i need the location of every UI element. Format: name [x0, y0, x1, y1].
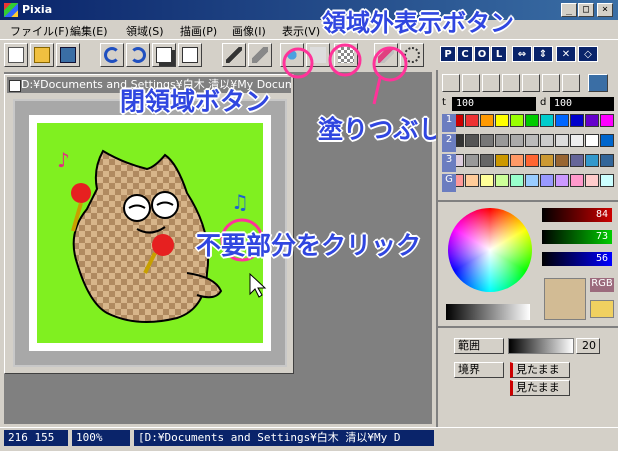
palette-swatch[interactable]	[555, 114, 569, 127]
layer-settings: t 100 d 100	[442, 96, 614, 112]
color-wheel[interactable]	[448, 208, 532, 292]
status-zoom: 100%	[72, 430, 130, 446]
palette-swatch[interactable]	[600, 174, 614, 187]
palette-swatch[interactable]	[585, 154, 599, 167]
status-path: [D:¥Documents and Settings¥白木 清以¥My D	[134, 430, 434, 446]
fill-settings-panel: 範囲 20 境界 見たまま 見たまま	[438, 326, 618, 426]
palette-row-tabs: 1 2 3 G	[442, 114, 456, 194]
palette-swatch[interactable]	[570, 174, 584, 187]
opacity-value[interactable]: 100	[452, 97, 536, 111]
border-option-1[interactable]: 見たまま	[510, 362, 570, 378]
status-coordinates: 216 155	[4, 430, 68, 446]
palette-swatch[interactable]	[495, 134, 509, 147]
palette-swatch[interactable]	[585, 134, 599, 147]
diamond-brush-icon[interactable]	[562, 74, 580, 92]
blur-brush-icon[interactable]	[542, 74, 560, 92]
density-value[interactable]: 100	[550, 97, 614, 111]
range-value[interactable]: 20	[576, 338, 600, 354]
palette-swatch[interactable]	[525, 114, 539, 127]
range-slider[interactable]	[508, 338, 574, 354]
annotation-outside-display: 領域外表示ボタン	[322, 9, 514, 37]
palette-swatch[interactable]	[495, 114, 509, 127]
outside-display-highlight	[328, 43, 362, 77]
border-option-2[interactable]: 見たまま	[510, 380, 570, 396]
palette-swatch[interactable]	[510, 114, 524, 127]
soft-brush-icon[interactable]	[522, 74, 540, 92]
brightness-slider[interactable]	[446, 304, 530, 320]
curve-brush-icon[interactable]	[502, 74, 520, 92]
palette-swatch[interactable]	[480, 174, 494, 187]
dot-brush-icon[interactable]	[462, 74, 480, 92]
palette-swatch[interactable]	[555, 174, 569, 187]
pixia-window: Pixia _ □ × ファイル(F) 編集(E) 領域(S) 描画(P) 画像…	[0, 0, 618, 451]
status-bar: 216 155 100% [D:¥Documents and Settings¥…	[0, 427, 618, 449]
mouse-pointer-icon	[249, 272, 267, 298]
palette-swatch[interactable]	[495, 154, 509, 167]
palette-swatch[interactable]	[465, 154, 479, 167]
palette-swatch[interactable]	[525, 154, 539, 167]
palette-row-3[interactable]: 3	[442, 154, 456, 172]
palette-swatch[interactable]	[480, 154, 494, 167]
palette-swatch[interactable]	[585, 174, 599, 187]
closed-area-highlight	[282, 47, 314, 79]
palette-swatch[interactable]	[570, 114, 584, 127]
color-picker-panel: 84 73 56 RGB	[438, 200, 618, 320]
palette-swatch[interactable]	[465, 114, 479, 127]
palette-row-2[interactable]: 2	[442, 134, 456, 152]
border-label: 境界	[454, 362, 504, 378]
palette-swatch[interactable]	[480, 134, 494, 147]
circle-brush-icon[interactable]	[482, 74, 500, 92]
palette-row-1[interactable]: 1	[442, 114, 456, 132]
palette-swatch[interactable]	[600, 134, 614, 147]
palette-swatch[interactable]	[570, 154, 584, 167]
right-panel: t 100 d 100 1 2 3 G 84 73 56 RGB 範囲 20 境…	[436, 70, 618, 427]
palette-swatch[interactable]	[570, 134, 584, 147]
rgb-mode-button[interactable]: RGB	[590, 278, 614, 292]
brush-dropdown-icon[interactable]	[588, 74, 608, 92]
palette-swatch[interactable]	[510, 174, 524, 187]
palette-row-g[interactable]: G	[442, 174, 456, 192]
palette-swatch[interactable]	[495, 174, 509, 187]
palette-swatch[interactable]	[555, 154, 569, 167]
palette-swatch[interactable]	[510, 154, 524, 167]
palette-swatch[interactable]	[540, 174, 554, 187]
fill-pointer-line	[372, 77, 382, 105]
annotation-click-unwanted: 不要部分をクリック	[196, 231, 422, 260]
palette-swatch[interactable]	[525, 134, 539, 147]
palette-swatch[interactable]	[525, 174, 539, 187]
palette-swatch[interactable]	[465, 134, 479, 147]
red-value[interactable]: 84	[542, 208, 612, 222]
line-brush-icon[interactable]	[442, 74, 460, 92]
annotation-closed-area: 閉領域ボタン	[120, 87, 271, 116]
palette-swatch[interactable]	[540, 114, 554, 127]
palette-swatch[interactable]	[465, 174, 479, 187]
blue-value[interactable]: 56	[542, 252, 612, 266]
current-color-swatch	[544, 278, 586, 320]
green-value[interactable]: 73	[542, 230, 612, 244]
palette-swatch[interactable]	[555, 134, 569, 147]
folder-icon[interactable]	[590, 300, 614, 318]
palette-swatch[interactable]	[540, 134, 554, 147]
color-palette	[450, 114, 614, 194]
palette-swatch[interactable]	[540, 154, 554, 167]
brush-shapes	[442, 72, 614, 96]
palette-swatch[interactable]	[510, 134, 524, 147]
palette-swatch[interactable]	[600, 114, 614, 127]
palette-swatch[interactable]	[480, 114, 494, 127]
palette-swatch[interactable]	[600, 154, 614, 167]
palette-swatch[interactable]	[585, 114, 599, 127]
range-label: 範囲	[454, 338, 504, 354]
fill-button-highlight	[372, 46, 408, 82]
